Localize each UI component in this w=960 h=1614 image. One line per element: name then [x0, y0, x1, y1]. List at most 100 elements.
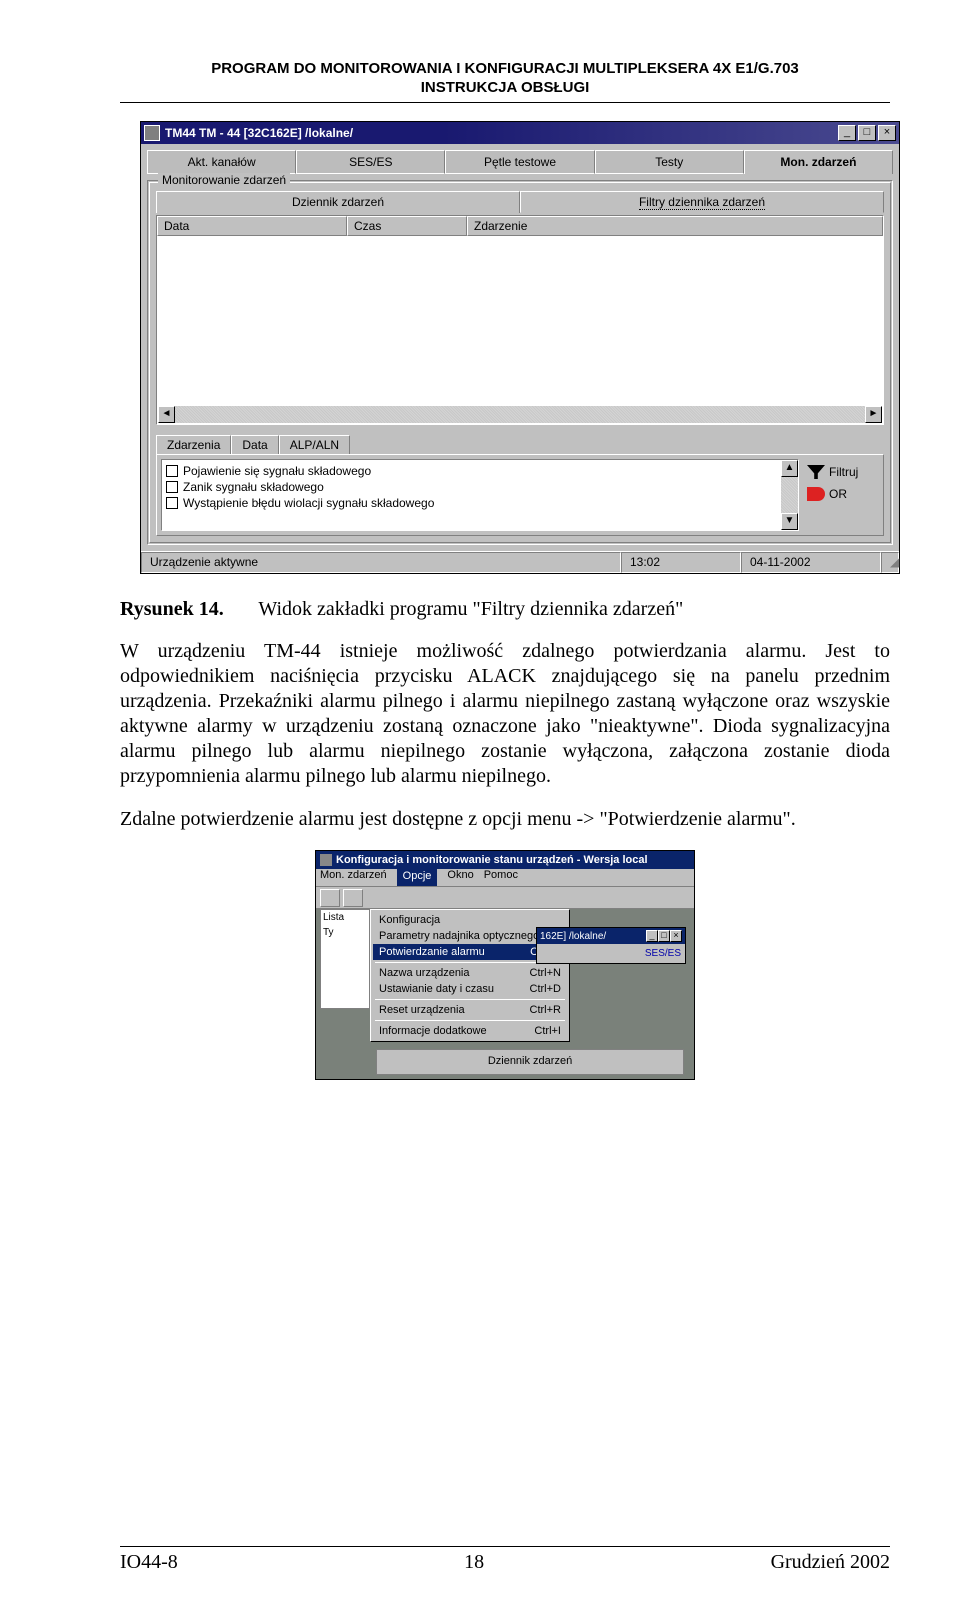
tab-akt-kanalow[interactable]: Akt. kanałów [147, 150, 296, 174]
check-label: Zanik sygnału składowego [183, 480, 324, 494]
vertical-scrollbar[interactable]: ▲ ▼ [781, 460, 798, 530]
toolbar-button[interactable] [343, 889, 363, 907]
filter-side-column: Filtruj OR [803, 455, 883, 535]
footer-page-number: 18 [464, 1551, 484, 1574]
minimize-button[interactable]: _ [838, 125, 856, 141]
titlebar: TM44 TM - 44 [32C162E] /lokalne/ _ □ × [141, 122, 899, 144]
ms-menubar: Mon. zdarzeń Opcje Okno Pomoc [316, 869, 694, 887]
app-icon [144, 125, 160, 141]
checkbox-icon[interactable] [166, 481, 178, 493]
menu-pomoc[interactable]: Pomoc [484, 869, 518, 886]
checkbox-icon[interactable] [166, 497, 178, 509]
filter-button[interactable]: Filtruj [807, 461, 879, 483]
col-czas[interactable]: Czas [347, 216, 467, 236]
ms-titlebar: Konfiguracja i monitorowanie stanu urząd… [316, 851, 694, 869]
status-time: 13:02 [621, 552, 741, 573]
header-line-2: INSTRUKCJA OBSŁUGI [120, 79, 890, 96]
check-label: Wystąpienie błędu wiolacji sygnału skład… [183, 496, 434, 510]
event-listview[interactable]: Data Czas Zdarzenie ◄ ► [156, 215, 884, 425]
list-label: Lista [321, 910, 369, 925]
menuitem-informacje-dodatkowe[interactable]: Informacje dodatkoweCtrl+I [373, 1023, 567, 1039]
menu-okno[interactable]: Okno [447, 869, 473, 886]
check-item[interactable]: Pojawienie się sygnału składowego [166, 463, 794, 479]
resize-grip-icon[interactable]: ◢ [881, 552, 899, 573]
filter-panel: Pojawienie się sygnału składowego Zanik … [156, 454, 884, 536]
filter-checklist[interactable]: Pojawienie się sygnału składowego Zanik … [161, 459, 799, 531]
window-title: TM44 TM - 44 [32C162E] /lokalne/ [165, 126, 838, 140]
footer-left: IO44-8 [120, 1551, 178, 1574]
child-max-button[interactable]: □ [658, 930, 670, 942]
scroll-right-button[interactable]: ► [865, 406, 882, 423]
app-icon [320, 854, 332, 866]
btab-alp-aln[interactable]: ALP/ALN [279, 435, 350, 454]
figure-caption: Rysunek 14. Widok zakładki programu "Fil… [120, 598, 890, 621]
tab-mon-zdarzen[interactable]: Mon. zdarzeń [744, 150, 893, 174]
footer-right: Grudzień 2002 [771, 1551, 890, 1574]
ms-body: Lista Ty Konfiguracja Parametry nadajnik… [316, 909, 694, 1079]
scroll-track[interactable] [781, 477, 798, 513]
list-label: Ty [321, 925, 369, 940]
col-zdarzenie[interactable]: Zdarzenie [467, 216, 883, 236]
menu-separator [375, 1020, 565, 1021]
figure-menu-screenshot: Konfiguracja i monitorowanie stanu urząd… [315, 850, 695, 1080]
check-item[interactable]: Wystąpienie błędu wiolacji sygnału skład… [166, 495, 794, 511]
scroll-track[interactable] [175, 406, 865, 423]
maximize-button[interactable]: □ [858, 125, 876, 141]
toolbar-button[interactable] [320, 889, 340, 907]
menu-separator [375, 999, 565, 1000]
page-header: PROGRAM DO MONITOROWANIA I KONFIGURACJI … [120, 60, 890, 103]
caption-label: Rysunek 14. [120, 598, 224, 620]
header-line-1: PROGRAM DO MONITOROWANIA I KONFIGURACJI … [120, 60, 890, 77]
ms-title-text: Konfiguracja i monitorowanie stanu urząd… [336, 854, 648, 866]
subtab-filtry-dziennika[interactable]: Filtry dziennika zdarzeń [520, 191, 884, 213]
check-item[interactable]: Zanik sygnału składowego [166, 479, 794, 495]
child-min-button[interactable]: _ [646, 930, 658, 942]
menuitem-reset-urzadzenia[interactable]: Reset urządzeniaCtrl+R [373, 1002, 567, 1018]
or-button[interactable]: OR [807, 483, 879, 505]
tab-petle-testowe[interactable]: Pętle testowe [445, 150, 594, 174]
close-button[interactable]: × [878, 125, 896, 141]
tab-testy[interactable]: Testy [595, 150, 744, 174]
menu-mon-zdarzen[interactable]: Mon. zdarzeń [320, 869, 387, 886]
filter-tabstrip: Zdarzenia Data ALP/ALN [156, 435, 884, 454]
scroll-down-button[interactable]: ▼ [781, 513, 798, 530]
col-data[interactable]: Data [157, 216, 347, 236]
or-icon [807, 487, 825, 501]
check-label: Pojawienie się sygnału składowego [183, 464, 371, 478]
ms-toolbar [316, 887, 694, 909]
filter-label: Filtruj [829, 465, 858, 479]
child-title: 162E] /lokalne/ [540, 931, 646, 942]
checkbox-icon[interactable] [166, 465, 178, 477]
listview-body [157, 236, 883, 406]
menuitem-konfiguracja[interactable]: Konfiguracja [373, 912, 567, 928]
child-close-button[interactable]: × [670, 930, 682, 942]
caption-text: Widok zakładki programu "Filtry dziennik… [258, 598, 683, 620]
or-label: OR [829, 487, 847, 501]
btab-data[interactable]: Data [231, 435, 278, 454]
app-window: TM44 TM - 44 [32C162E] /lokalne/ _ □ × A… [140, 121, 900, 574]
status-date: 04-11-2002 [741, 552, 881, 573]
subtab-dziennik-zdarzen[interactable]: Dziennik zdarzeń [156, 191, 520, 213]
group-monitorowanie-zdarzen: Monitorowanie zdarzeń Dziennik zdarzeń F… [147, 180, 893, 545]
child-tab-label: SES/ES [541, 948, 681, 959]
child-body: SES/ES [537, 944, 685, 963]
paragraph-2: Zdalne potwierdzenie alarmu jest dostępn… [120, 807, 890, 832]
group-label: Monitorowanie zdarzeń [158, 173, 290, 187]
sub-tabstrip: Dziennik zdarzeń Filtry dziennika zdarze… [156, 191, 884, 213]
scroll-left-button[interactable]: ◄ [158, 406, 175, 423]
paragraph-1: W urządzeniu TM-44 istnieje możliwość zd… [120, 639, 890, 789]
scroll-up-button[interactable]: ▲ [781, 460, 798, 477]
filter-icon [807, 465, 825, 479]
horizontal-scrollbar[interactable]: ◄ ► [158, 406, 882, 423]
tab-ses-es[interactable]: SES/ES [296, 150, 445, 174]
statusbar: Urządzenie aktywne 13:02 04-11-2002 ◢ [141, 551, 899, 573]
menuitem-ustawianie-daty[interactable]: Ustawianie daty i czasuCtrl+D [373, 981, 567, 997]
menuitem-nazwa-urzadzenia[interactable]: Nazwa urządzeniaCtrl+N [373, 965, 567, 981]
page-footer: IO44-8 18 Grudzień 2002 [120, 1546, 890, 1574]
ms-child-window: 162E] /lokalne/ _ □ × SES/ES [536, 927, 686, 964]
btab-zdarzenia[interactable]: Zdarzenia [156, 435, 231, 454]
menu-opcje[interactable]: Opcje [397, 869, 438, 886]
figure-main-screenshot: TM44 TM - 44 [32C162E] /lokalne/ _ □ × A… [140, 121, 890, 574]
ms-bottom-tab: Dziennik zdarzeń [376, 1049, 684, 1075]
main-tabstrip: Akt. kanałów SES/ES Pętle testowe Testy … [147, 150, 893, 174]
